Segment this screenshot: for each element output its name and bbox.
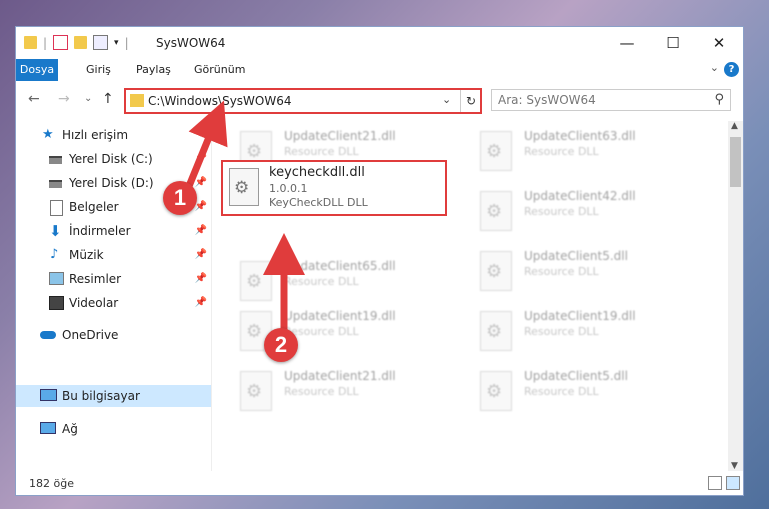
annotation-arrows: [181, 100, 305, 330]
step-2-badge: 2: [264, 328, 298, 362]
step-1-badge: 1: [163, 181, 197, 215]
